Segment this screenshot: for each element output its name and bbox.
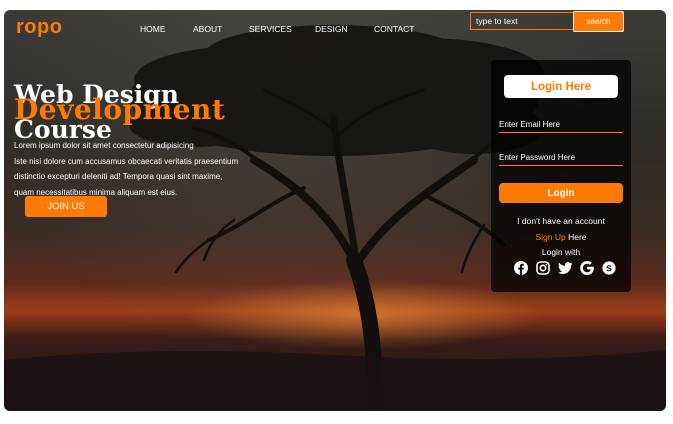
signup-suffix: Here	[565, 232, 587, 242]
hero-background: ropo HOME ABOUT SERVICES DESIGN CONTACT …	[4, 10, 666, 411]
hero-description-line: distinctio excepturi deleniti ad! Tempor…	[14, 172, 223, 181]
skype-icon[interactable]	[601, 260, 617, 276]
signup-line: Sign Up Here	[491, 232, 631, 242]
brand-logo[interactable]: ropo	[16, 16, 62, 39]
password-field[interactable]	[499, 149, 623, 166]
nav-about[interactable]: ABOUT	[193, 24, 222, 34]
login-with-label: Login with	[541, 247, 581, 257]
no-account-text: I don't have an account	[517, 216, 605, 226]
signup-link[interactable]: Sign Up	[535, 232, 565, 242]
nav-home[interactable]: HOME	[140, 24, 166, 34]
nav-contact[interactable]: CONTACT	[374, 24, 414, 34]
join-us-button[interactable]: JOIN US	[25, 196, 107, 217]
google-icon[interactable]	[579, 260, 595, 276]
email-field[interactable]	[499, 116, 623, 133]
facebook-icon[interactable]	[513, 260, 529, 276]
nav-services[interactable]: SERVICES	[249, 24, 292, 34]
login-button[interactable]: Login	[499, 183, 623, 203]
search-button[interactable]: search	[573, 11, 624, 32]
hero-description-line: Iste nisi dolore cum accusamus obcaecati…	[14, 156, 239, 166]
hero-description: Lorem ipsum dolor sit amet consectetur a…	[14, 138, 264, 200]
nav-design[interactable]: DESIGN	[315, 24, 348, 34]
login-title: Login Here	[504, 75, 618, 98]
login-panel: Login Here Login I don't have an account…	[491, 60, 631, 292]
twitter-icon[interactable]	[557, 260, 573, 276]
search-input[interactable]	[470, 12, 574, 30]
social-login-icons	[513, 260, 617, 276]
instagram-icon[interactable]	[535, 260, 551, 276]
hero-description-line: Lorem ipsum dolor sit amet consectetur a…	[14, 141, 194, 150]
